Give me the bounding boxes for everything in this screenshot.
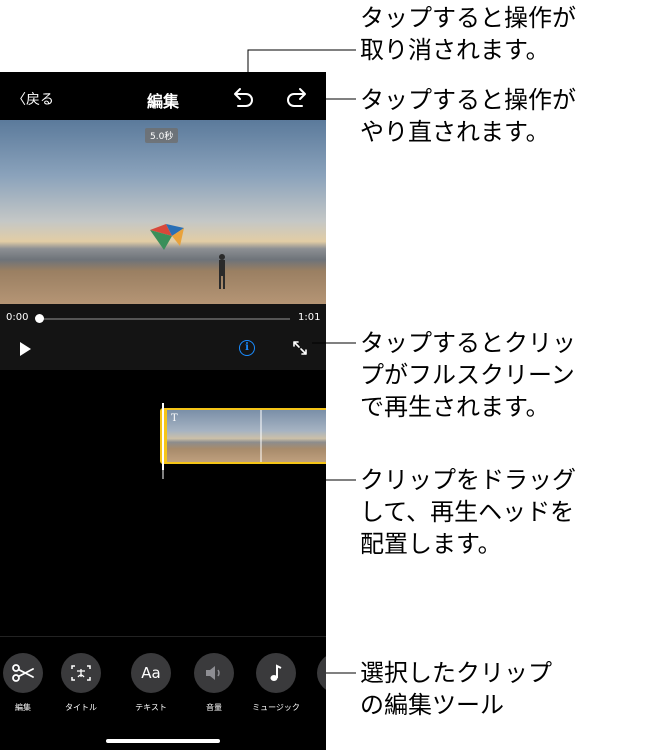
callout-tools: 選択したクリップ の編集ツール [360, 659, 552, 719]
callout-redo: タップすると操作が やり直されます。 [360, 86, 576, 146]
callout-playhead: クリップをドラッグ して、再生ヘッドを 配置します。 [360, 466, 576, 558]
callout-undo: タップすると操作が 取り消されます。 [360, 4, 576, 64]
callout-fullscreen: タップするとクリッ プがフルスクリーン で再生されます。 [360, 329, 576, 421]
